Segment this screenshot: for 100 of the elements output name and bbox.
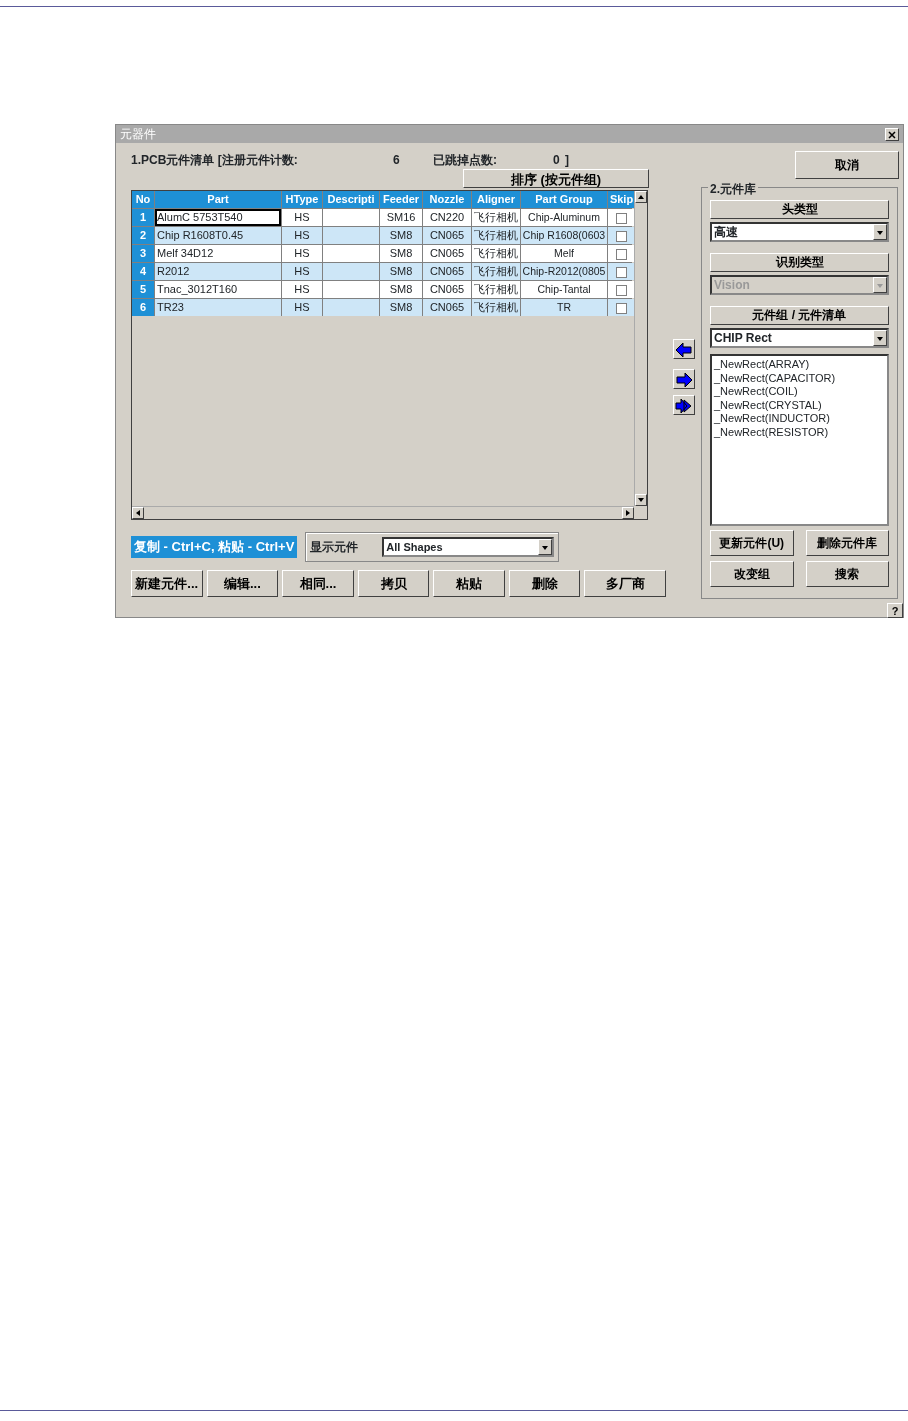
table-cell[interactable] — [323, 227, 379, 244]
skip-checkbox[interactable] — [616, 284, 627, 296]
table-cell[interactable]: Chip-Tantal — [521, 281, 607, 298]
table-cell[interactable]: Melf — [521, 245, 607, 262]
list-item[interactable]: _NewRect(RESISTOR) — [714, 425, 885, 439]
table-cell[interactable]: TR — [521, 299, 607, 316]
window-title: 元器件 — [120, 126, 156, 143]
arrow-right-button[interactable] — [672, 369, 695, 389]
table-cell[interactable]: 飞行相机 — [472, 209, 520, 226]
table-cell[interactable]: HS — [282, 245, 322, 262]
library-button[interactable]: 改变组 — [710, 561, 794, 587]
table-cell[interactable]: 飞行相机 — [472, 263, 520, 280]
bracket-text: ] — [565, 152, 569, 169]
sort-button[interactable]: 排序 (按元件组) — [463, 169, 649, 188]
library-button[interactable]: 搜索 — [805, 561, 889, 587]
section-header: 头类型 — [710, 200, 889, 219]
skip-checkbox[interactable] — [616, 302, 627, 314]
section-header: 识别类型 — [710, 253, 889, 272]
table-cell[interactable]: HS — [282, 263, 322, 280]
table-cell[interactable] — [323, 299, 379, 316]
list-item[interactable]: _NewRect(INDUCTOR) — [714, 412, 885, 426]
arrow-left-icon — [674, 340, 693, 359]
table-cell[interactable]: Chip-Aluminum — [521, 209, 607, 226]
skip-checkbox[interactable] — [616, 248, 627, 260]
skip-checkbox[interactable] — [616, 212, 627, 224]
table-cell[interactable]: 飞行相机 — [472, 299, 520, 316]
table-cell[interactable]: Melf 34D12 — [155, 245, 281, 262]
toolbar-button[interactable]: 新建元件... — [131, 570, 203, 597]
list-item[interactable]: _NewRect(ARRAY) — [714, 358, 885, 372]
section-dropdown[interactable]: CHIP Rect — [710, 328, 889, 348]
toolbar-button[interactable]: 编辑... — [206, 570, 279, 597]
toolbar-button[interactable]: 多厂商 — [584, 570, 666, 597]
table-cell[interactable]: HS — [282, 227, 322, 244]
table-cell[interactable]: SM8 — [380, 263, 422, 280]
shortcut-hint: 复制 - Ctrl+C, 粘贴 - Ctrl+V — [131, 536, 298, 558]
table-cell[interactable]: 飞行相机 — [472, 245, 520, 262]
table-cell[interactable]: SM8 — [380, 299, 422, 316]
left-triangle-icon — [134, 509, 142, 517]
table-cell[interactable]: SM8 — [380, 281, 422, 298]
count-value: 6 — [393, 152, 401, 169]
skipped-value: 0 — [553, 152, 561, 169]
scroll-up-button[interactable] — [635, 191, 647, 203]
cancel-button[interactable]: 取消 — [795, 151, 899, 179]
table-cell[interactable]: 飞行相机 — [472, 227, 520, 244]
table-cell[interactable]: AlumC 5753T540 — [155, 209, 281, 226]
scroll-down-button[interactable] — [635, 494, 647, 506]
table-cell[interactable] — [323, 245, 379, 262]
summary-label: 1.PCB元件清单 [注册元件计数: — [131, 152, 299, 169]
up-triangle-icon — [637, 193, 645, 201]
table-cell[interactable]: HS — [282, 209, 322, 226]
toolbar-button[interactable]: 拷贝 — [357, 570, 430, 597]
table-cell[interactable]: CN065 — [423, 281, 471, 298]
groupbox-title: 2.元件库 — [708, 180, 758, 198]
list-item[interactable]: _NewRect(COIL) — [714, 385, 885, 399]
table-cell[interactable]: 飞行相机 — [472, 281, 520, 298]
table-cell[interactable]: Chip-R2012(0805 — [521, 263, 607, 280]
parts-list[interactable]: _NewRect(ARRAY) _NewRect(CAPACITOR) _NewRect(COIL) _NewRect(CRYSTAL) _NewRect(INDUCTOR) _NewRect(RESISTOR) — [710, 354, 889, 526]
table-cell[interactable]: Chip R1608T0.45 — [155, 227, 281, 244]
section-dropdown[interactable]: 高速 — [710, 222, 889, 242]
table-cell[interactable]: SM16 — [380, 209, 422, 226]
skipped-label: 已跳掉点数: — [433, 152, 498, 169]
table-cell[interactable]: Tnac_3012T160 — [155, 281, 281, 298]
shapes-dropdown[interactable]: All Shapes — [382, 537, 555, 557]
table-cell[interactable] — [323, 209, 379, 226]
table-cell[interactable]: CN065 — [423, 299, 471, 316]
double-arrow-right-icon — [674, 396, 693, 415]
row-number: 4 — [132, 263, 154, 280]
toolbar-button[interactable]: 删除 — [508, 570, 581, 597]
table-cell[interactable]: CN220 — [423, 209, 471, 226]
table-cell[interactable]: HS — [282, 299, 322, 316]
arrow-right-icon — [674, 370, 693, 389]
scroll-right-button[interactable] — [622, 507, 634, 519]
close-button[interactable] — [885, 127, 899, 141]
skip-checkbox[interactable] — [616, 230, 627, 242]
skip-checkbox[interactable] — [616, 266, 627, 278]
table-cell[interactable]: HS — [282, 281, 322, 298]
table-cell[interactable]: CN065 — [423, 227, 471, 244]
table-cell[interactable]: CN065 — [423, 245, 471, 262]
table-cell[interactable]: SM8 — [380, 227, 422, 244]
library-button[interactable]: 删除元件库 — [805, 530, 889, 556]
list-item[interactable]: _NewRect(CAPACITOR) — [714, 371, 885, 385]
help-button[interactable]: ? — [887, 603, 903, 618]
table-cell[interactable]: SM8 — [380, 245, 422, 262]
library-button[interactable]: 更新元件(U) — [710, 530, 794, 556]
table-cell[interactable]: CN065 — [423, 263, 471, 280]
table-cell[interactable]: Chip R1608(0603 — [521, 227, 607, 244]
table-cell[interactable] — [323, 263, 379, 280]
double-arrow-right-button[interactable] — [672, 395, 695, 415]
vertical-scrollbar[interactable] — [634, 191, 647, 506]
table-cell[interactable] — [323, 281, 379, 298]
toolbar-button[interactable]: 粘贴 — [433, 570, 505, 597]
table-cell[interactable]: TR23 — [155, 299, 281, 316]
scroll-left-button[interactable] — [132, 507, 144, 519]
toolbar-button[interactable]: 相同... — [282, 570, 354, 597]
table-cell[interactable]: R2012 — [155, 263, 281, 280]
horizontal-scrollbar[interactable] — [132, 506, 634, 519]
list-item[interactable]: _NewRect(CRYSTAL) — [714, 398, 885, 412]
right-triangle-icon — [624, 509, 632, 517]
display-label: 显示元件 — [310, 539, 359, 556]
arrow-left-button[interactable] — [672, 339, 695, 359]
